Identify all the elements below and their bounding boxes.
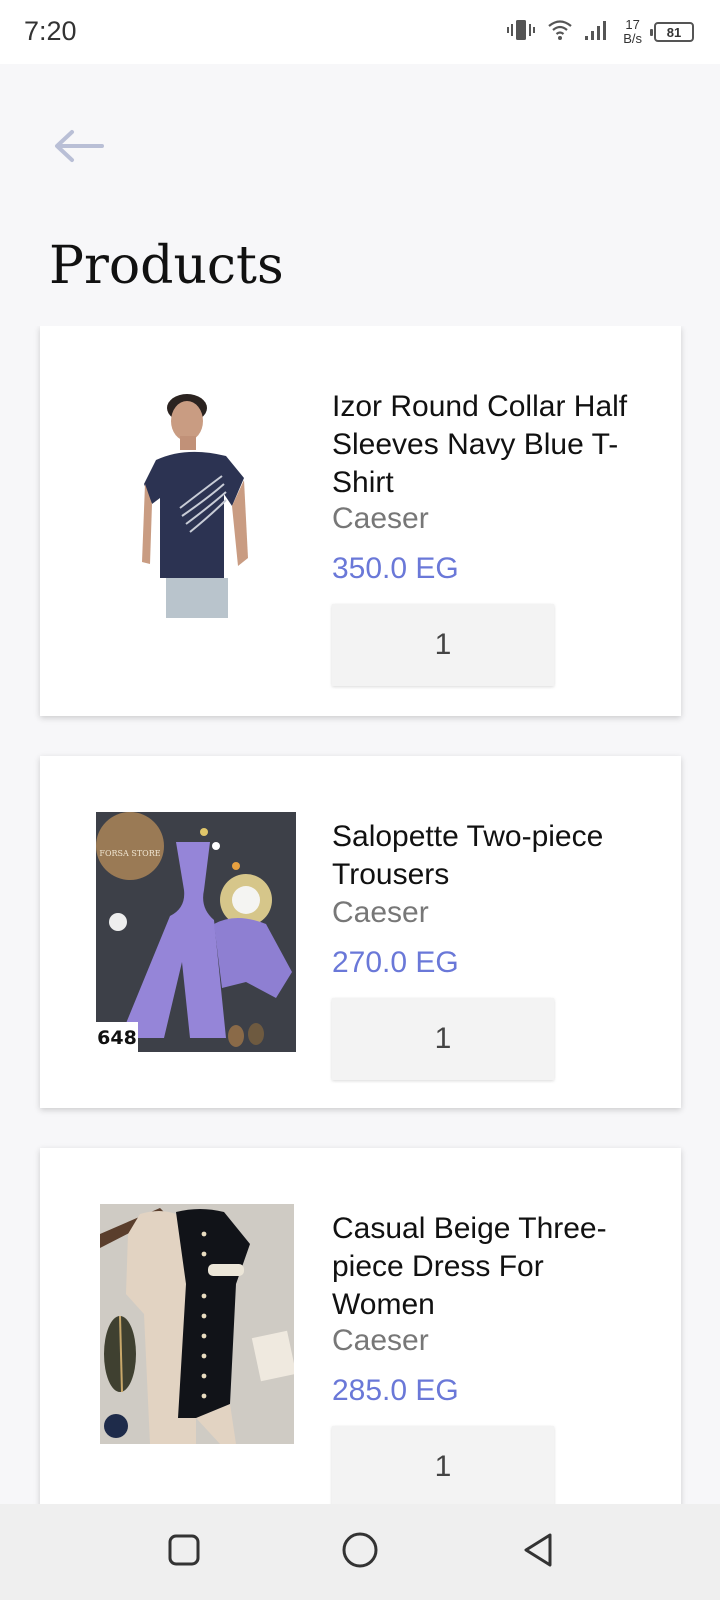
store-logo-text: FORSA STORE (99, 849, 160, 858)
signal-icon (585, 19, 611, 46)
battery-icon: 81 (650, 22, 694, 42)
product-card[interactable]: FORSA STORE 648 Salopette Two-piece Trou… (40, 756, 681, 1108)
product-image[interactable] (140, 388, 260, 618)
quantity-field[interactable]: 1 (332, 1426, 554, 1504)
product-image[interactable]: FORSA STORE 648 (96, 812, 296, 1052)
arrow-left-icon (52, 128, 104, 169)
product-price: 270.0 EG (332, 946, 459, 979)
image-code-label: 648 (97, 1027, 137, 1049)
product-brand: Caeser (332, 502, 429, 535)
product-brand: Caeser (332, 896, 429, 929)
status-time: 7:20 (24, 16, 77, 46)
network-speed-unit: B/s (623, 31, 642, 46)
product-price: 285.0 EG (332, 1374, 459, 1407)
recents-button[interactable] (162, 1530, 206, 1574)
status-bar: 7:20 17 B/s 81 (0, 0, 720, 64)
product-image[interactable] (100, 1204, 294, 1444)
quantity-field[interactable]: 1 (332, 998, 554, 1080)
product-list[interactable]: Izor Round Collar Half Sleeves Navy Blue… (0, 326, 720, 1504)
circle-icon (341, 1531, 379, 1574)
product-brand: Caeser (332, 1324, 429, 1357)
product-name: Salopette Two-piece Trousers (332, 820, 604, 891)
page-title: Products (49, 236, 284, 296)
navigation-bar (0, 1504, 720, 1600)
triangle-back-icon (521, 1531, 555, 1574)
square-icon (167, 1533, 201, 1572)
product-card[interactable]: Izor Round Collar Half Sleeves Navy Blue… (40, 326, 681, 716)
product-price: 350.0 EG (332, 552, 459, 585)
back-button[interactable] (52, 126, 108, 170)
system-back-button[interactable] (516, 1530, 560, 1574)
home-button[interactable] (338, 1530, 382, 1574)
product-card[interactable]: Casual Beige Three-piece Dress For Women… (40, 1148, 681, 1504)
quantity-field[interactable]: 1 (332, 604, 554, 686)
wifi-icon (547, 18, 573, 47)
status-icons: 17 B/s 81 (507, 16, 694, 48)
product-name: Casual Beige Three-piece Dress For Women (332, 1212, 607, 1321)
network-speed: 17 B/s (623, 18, 642, 46)
network-speed-value: 17 (625, 17, 640, 32)
vibrate-icon (507, 18, 536, 47)
product-name: Izor Round Collar Half Sleeves Navy Blue… (332, 390, 628, 499)
battery-level: 81 (666, 24, 682, 40)
